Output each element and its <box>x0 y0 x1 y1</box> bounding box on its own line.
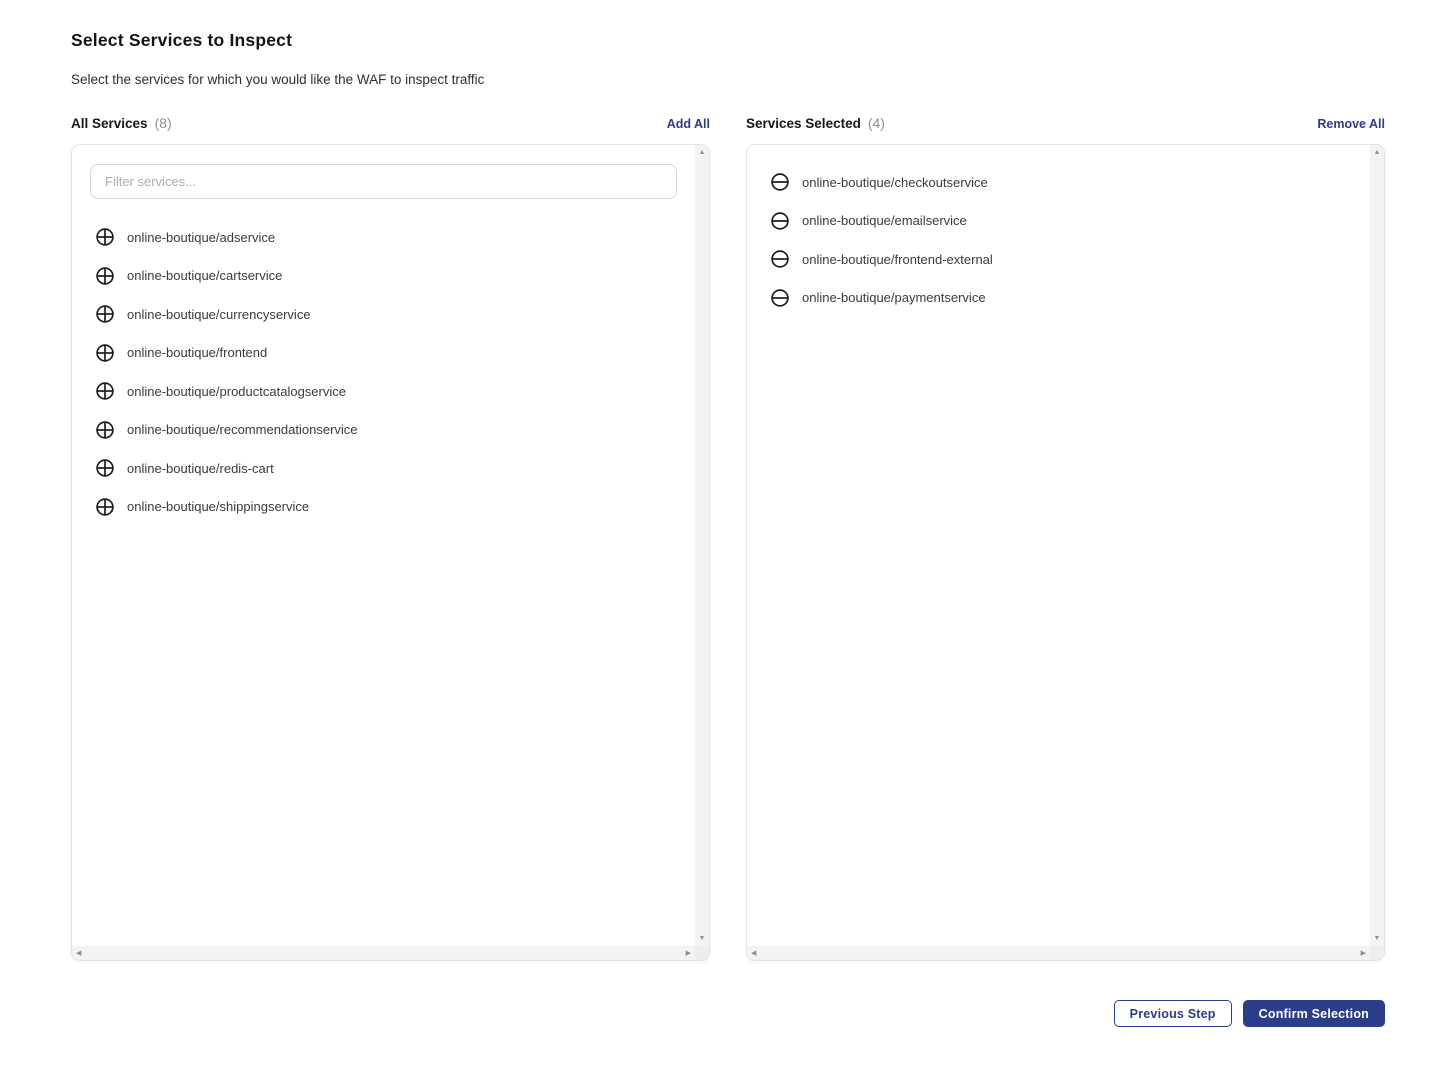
service-row[interactable]: online-boutique/recommendationservice <box>72 411 695 450</box>
page-title: Select Services to Inspect <box>71 30 1385 51</box>
service-row[interactable]: online-boutique/emailservice <box>747 202 1370 241</box>
plus-circle-icon[interactable] <box>96 228 114 246</box>
services-selected-column: Services Selected (4) Remove All online-… <box>746 115 1385 961</box>
services-selected-panel: online-boutique/checkoutservice online-bo… <box>746 144 1385 961</box>
add-all-link[interactable]: Add All <box>667 117 710 131</box>
service-name: online-boutique/emailservice <box>802 213 967 228</box>
service-name: online-boutique/redis-cart <box>127 461 274 476</box>
service-name: online-boutique/productcatalogservice <box>127 384 346 399</box>
service-row[interactable]: online-boutique/productcatalogservice <box>72 372 695 411</box>
service-row[interactable]: online-boutique/frontend-external <box>747 240 1370 279</box>
plus-circle-icon[interactable] <box>96 305 114 323</box>
page-subtitle: Select the services for which you would … <box>71 72 1385 87</box>
service-name: online-boutique/shippingservice <box>127 499 309 514</box>
services-selected-list: online-boutique/checkoutservice online-bo… <box>747 145 1370 317</box>
service-row[interactable]: online-boutique/adservice <box>72 218 695 257</box>
dual-list-container: All Services (8) Add All online-boutique… <box>71 115 1385 961</box>
scroll-left-icon[interactable]: ◀ <box>76 950 81 957</box>
scroll-down-icon[interactable]: ▼ <box>1374 935 1381 942</box>
scroll-up-icon[interactable]: ▲ <box>699 149 706 156</box>
confirm-selection-button[interactable]: Confirm Selection <box>1243 1000 1385 1027</box>
scroll-left-icon[interactable]: ◀ <box>751 950 756 957</box>
wizard-footer: Previous Step Confirm Selection <box>71 1000 1385 1027</box>
scrollbar-corner <box>695 946 709 960</box>
service-row[interactable]: online-boutique/checkoutservice <box>747 163 1370 202</box>
minus-circle-icon[interactable] <box>771 250 789 268</box>
all-services-panel-content: online-boutique/adservice online-boutique… <box>72 145 695 946</box>
service-row[interactable]: online-boutique/currencyservice <box>72 295 695 334</box>
select-services-page: Select Services to Inspect Select the se… <box>0 0 1456 1027</box>
service-name: online-boutique/currencyservice <box>127 307 311 322</box>
vertical-scrollbar[interactable]: ▲ ▼ <box>695 145 709 946</box>
service-name: online-boutique/recommendationservice <box>127 422 358 437</box>
all-services-header: All Services (8) Add All <box>71 115 710 131</box>
service-name: online-boutique/paymentservice <box>802 290 986 305</box>
scroll-right-icon[interactable]: ▶ <box>1361 950 1366 957</box>
remove-all-link[interactable]: Remove All <box>1317 117 1385 131</box>
scroll-right-icon[interactable]: ▶ <box>686 950 691 957</box>
previous-step-button[interactable]: Previous Step <box>1114 1000 1232 1027</box>
service-row[interactable]: online-boutique/cartservice <box>72 257 695 296</box>
services-selected-title: Services Selected <box>746 116 861 131</box>
service-row[interactable]: online-boutique/shippingservice <box>72 488 695 527</box>
all-services-title: All Services <box>71 116 148 131</box>
horizontal-scrollbar[interactable]: ◀ ▶ <box>72 946 695 960</box>
minus-circle-icon[interactable] <box>771 173 789 191</box>
all-services-panel: online-boutique/adservice online-boutique… <box>71 144 710 961</box>
services-selected-panel-content: online-boutique/checkoutservice online-bo… <box>747 145 1370 946</box>
service-name: online-boutique/frontend-external <box>802 252 993 267</box>
all-services-list: online-boutique/adservice online-boutique… <box>72 199 695 526</box>
vertical-scrollbar[interactable]: ▲ ▼ <box>1370 145 1384 946</box>
minus-circle-icon[interactable] <box>771 212 789 230</box>
filter-services-input[interactable] <box>90 164 677 199</box>
service-name: online-boutique/cartservice <box>127 268 282 283</box>
all-services-column: All Services (8) Add All online-boutique… <box>71 115 710 961</box>
filter-wrap <box>72 145 695 199</box>
plus-circle-icon[interactable] <box>96 267 114 285</box>
service-row[interactable]: online-boutique/paymentservice <box>747 279 1370 318</box>
service-name: online-boutique/adservice <box>127 230 275 245</box>
services-selected-header: Services Selected (4) Remove All <box>746 115 1385 131</box>
service-name: online-boutique/checkoutservice <box>802 175 988 190</box>
all-services-count: (8) <box>155 115 172 131</box>
plus-circle-icon[interactable] <box>96 498 114 516</box>
horizontal-scrollbar[interactable]: ◀ ▶ <box>747 946 1370 960</box>
scroll-down-icon[interactable]: ▼ <box>699 935 706 942</box>
service-row[interactable]: online-boutique/redis-cart <box>72 449 695 488</box>
service-name: online-boutique/frontend <box>127 345 267 360</box>
plus-circle-icon[interactable] <box>96 382 114 400</box>
service-row[interactable]: online-boutique/frontend <box>72 334 695 373</box>
services-selected-count: (4) <box>868 115 885 131</box>
plus-circle-icon[interactable] <box>96 459 114 477</box>
plus-circle-icon[interactable] <box>96 344 114 362</box>
scroll-up-icon[interactable]: ▲ <box>1374 149 1381 156</box>
minus-circle-icon[interactable] <box>771 289 789 307</box>
plus-circle-icon[interactable] <box>96 421 114 439</box>
scrollbar-corner <box>1370 946 1384 960</box>
